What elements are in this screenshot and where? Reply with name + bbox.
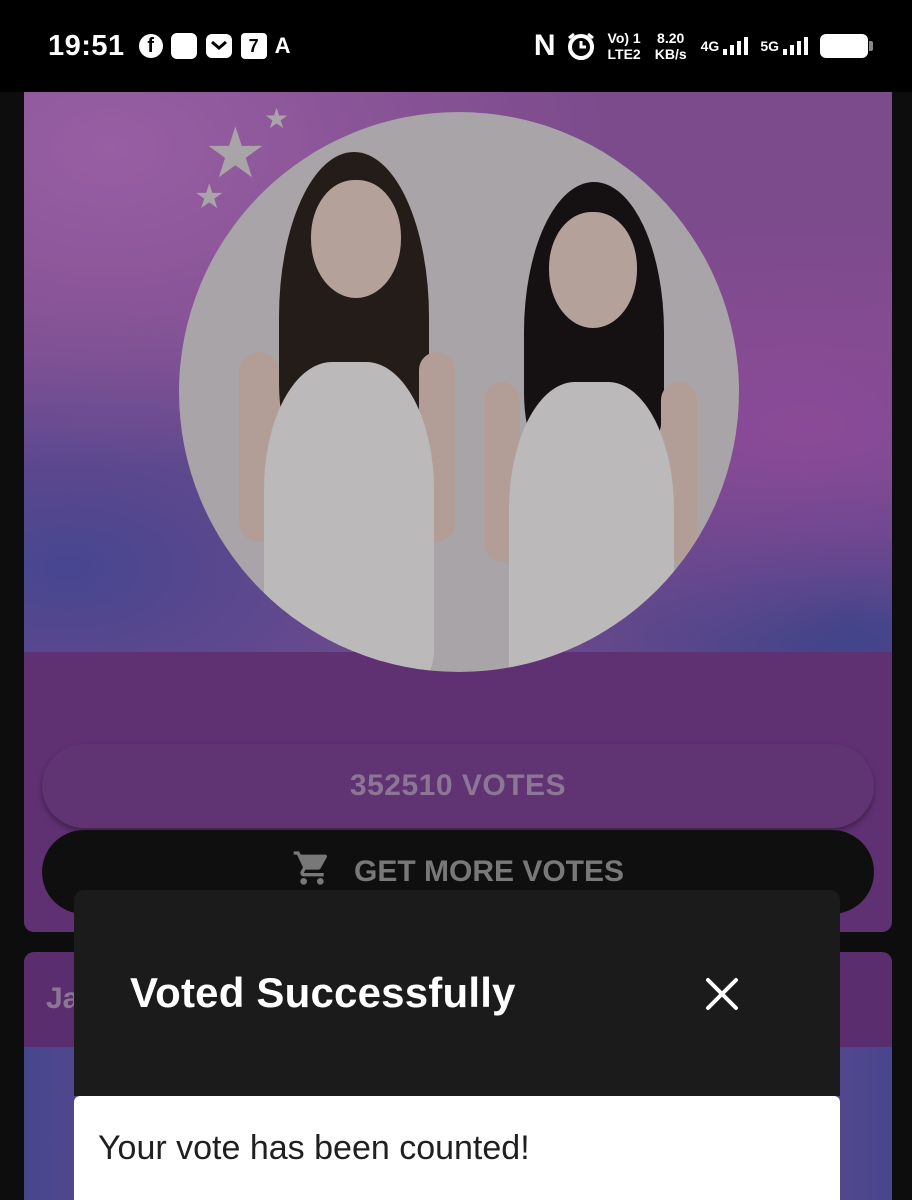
dialog-title: Voted Successfully — [130, 969, 516, 1016]
speed-unit: KB/s — [654, 46, 687, 62]
signal-2: 5G — [760, 38, 779, 54]
signal-2-label: 5G — [760, 38, 779, 54]
mail-icon — [205, 33, 233, 59]
status-right: N Vo) 1 LTE2 8.20 KB/s 4G 5G — [533, 29, 873, 63]
speed-value: 8.20 — [657, 30, 685, 46]
volte-top: Vo) 1 — [607, 30, 641, 46]
volte-bottom: LTE2 — [607, 46, 641, 62]
signal-1-label: 4G — [700, 38, 720, 54]
nfc-icon: N — [533, 29, 556, 62]
signal-bars-icon — [723, 37, 749, 55]
signal-1: 4G — [701, 38, 720, 54]
status-bar: 19:51 f 7 A N Vo) 1 LTE2 8.20 KB/s 4G 5G — [0, 0, 912, 92]
seven-eleven-icon: 7 — [240, 33, 267, 59]
battery-icon — [820, 34, 873, 58]
status-letter: A — [274, 33, 291, 58]
vote-success-dialog: Voted Successfully Your vote has been co… — [74, 890, 840, 1200]
volte-indicator: Vo) 1 LTE2 — [608, 30, 641, 62]
clock: 19:51 — [48, 29, 125, 62]
signal-bars-icon — [783, 37, 808, 55]
dialog-header: Voted Successfully — [74, 890, 840, 1096]
square-notification-icon — [170, 33, 197, 59]
network-speed: 8.20 KB/s — [655, 30, 687, 62]
facebook-icon: f — [138, 34, 163, 58]
close-icon[interactable] — [700, 972, 744, 1016]
dialog-body: Your vote has been counted! — [74, 1096, 840, 1200]
status-left: 19:51 f 7 A — [48, 30, 291, 63]
dialog-message: Your vote has been counted! — [98, 1128, 530, 1167]
alarm-icon — [566, 31, 596, 61]
